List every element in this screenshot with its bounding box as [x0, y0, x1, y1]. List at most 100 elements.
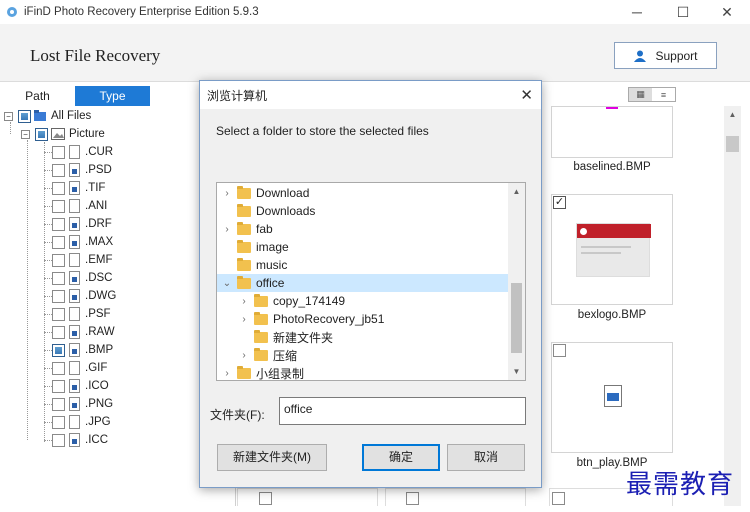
- image-preview: [606, 107, 618, 109]
- scroll-up-icon[interactable]: ▲: [508, 183, 525, 200]
- minimize-button[interactable]: ─: [614, 0, 660, 24]
- checkbox[interactable]: [52, 235, 65, 249]
- tree-item-extension[interactable]: .PSD: [52, 161, 112, 179]
- checkbox[interactable]: [52, 397, 65, 411]
- folder-label: image: [256, 240, 289, 254]
- folder-row[interactable]: › fab: [217, 220, 509, 238]
- checkbox[interactable]: [52, 379, 65, 393]
- checkbox[interactable]: [52, 271, 65, 285]
- tree-item-extension[interactable]: .ANI: [52, 197, 107, 215]
- scrollbar-thumb[interactable]: [511, 283, 522, 353]
- folder-row[interactable]: image: [217, 238, 509, 256]
- checkbox[interactable]: [52, 415, 65, 429]
- tree-item-extension[interactable]: .DWG: [52, 287, 116, 305]
- folder-row[interactable]: Downloads: [217, 202, 509, 220]
- scrollbar-thumb[interactable]: [726, 136, 739, 152]
- list-view-icon[interactable]: ≡: [652, 88, 675, 101]
- checkbox[interactable]: [52, 145, 65, 159]
- thumbnail-checkbox[interactable]: [553, 344, 566, 357]
- folder-row[interactable]: ⌄ office: [217, 274, 509, 292]
- app-header: Lost File Recovery Support: [0, 24, 750, 82]
- thumbnail-card[interactable]: [237, 488, 378, 506]
- collapse-toggle[interactable]: −: [4, 111, 13, 121]
- folder-label: office: [256, 276, 285, 290]
- checkbox[interactable]: [52, 325, 65, 339]
- chevron-down-icon[interactable]: ⌄: [221, 278, 233, 289]
- tree-item-picture[interactable]: − Picture: [21, 125, 105, 143]
- tree-item-extension[interactable]: .PSF: [52, 305, 111, 323]
- folder-row[interactable]: › Download: [217, 184, 509, 202]
- thumbnail-card[interactable]: [551, 342, 673, 453]
- folder-row[interactable]: › 小组录制: [217, 364, 509, 380]
- tree-item-extension[interactable]: .MAX: [52, 233, 113, 251]
- image-file-icon: [604, 385, 622, 407]
- tree-item-extension[interactable]: .JPG: [52, 413, 111, 431]
- chevron-right-icon[interactable]: ›: [221, 368, 233, 379]
- folder-row[interactable]: › PhotoRecovery_jb51: [217, 310, 509, 328]
- close-button[interactable]: ✕: [704, 0, 750, 24]
- tree-item-extension[interactable]: .DSC: [52, 269, 112, 287]
- ok-button[interactable]: 确定: [362, 444, 440, 471]
- collapse-toggle[interactable]: −: [21, 129, 30, 139]
- checkbox[interactable]: [35, 127, 48, 141]
- tree-item-extension[interactable]: .ICO: [52, 377, 109, 395]
- chevron-right-icon[interactable]: ›: [221, 224, 233, 235]
- tree-item-extension[interactable]: .PNG: [52, 395, 113, 413]
- thumbnail-checkbox[interactable]: ✓: [553, 196, 566, 209]
- tree-item-extension[interactable]: .DRF: [52, 215, 112, 233]
- tree-item-all-files[interactable]: − All Files: [4, 107, 91, 125]
- file-icon: [69, 271, 80, 285]
- folder-row[interactable]: music: [217, 256, 509, 274]
- folder-label: 新建文件夹: [273, 330, 334, 345]
- checkbox[interactable]: [52, 289, 65, 303]
- thumbnail-checkbox[interactable]: [406, 492, 419, 505]
- chevron-right-icon[interactable]: ›: [238, 296, 250, 307]
- folder-row[interactable]: › copy_174149: [217, 292, 509, 310]
- thumbnail-scrollbar[interactable]: ▲: [724, 106, 741, 506]
- checkbox[interactable]: [52, 181, 65, 195]
- checkbox[interactable]: [52, 361, 65, 375]
- maximize-button[interactable]: ☐: [660, 0, 706, 24]
- support-button[interactable]: Support: [614, 42, 717, 69]
- checkbox[interactable]: [52, 217, 65, 231]
- checkbox[interactable]: [52, 343, 65, 357]
- checkbox[interactable]: [18, 109, 31, 123]
- folder-label: fab: [256, 222, 273, 236]
- folder-tree[interactable]: › Download Downloads › fab image music ⌄ office ›…: [216, 182, 526, 381]
- checkbox[interactable]: [52, 433, 65, 447]
- chevron-right-icon[interactable]: ›: [221, 188, 233, 199]
- tree-item-extension[interactable]: .CUR: [52, 143, 113, 161]
- scroll-down-icon[interactable]: ▼: [508, 363, 525, 380]
- tree-item-extension[interactable]: .GIF: [52, 359, 107, 377]
- folder-scrollbar[interactable]: ▲ ▼: [508, 183, 525, 380]
- tree-item-extension[interactable]: .EMF: [52, 251, 112, 269]
- tree-item-extension[interactable]: .RAW: [52, 323, 115, 341]
- dialog-close-icon[interactable]: ✕: [520, 86, 533, 104]
- tree-item-extension[interactable]: .BMP: [52, 341, 113, 359]
- tree-label: .DWG: [85, 290, 117, 302]
- thumbnail-checkbox[interactable]: [259, 492, 272, 505]
- folder-label: Download: [256, 186, 310, 200]
- checkbox[interactable]: [52, 307, 65, 321]
- folder-row[interactable]: 新建文件夹: [217, 328, 509, 346]
- thumbnail-card[interactable]: ✓: [551, 194, 673, 305]
- tab-type[interactable]: Type: [75, 86, 150, 106]
- folder-row[interactable]: › 压缩: [217, 346, 509, 364]
- new-folder-button[interactable]: 新建文件夹(M): [217, 444, 327, 471]
- checkbox[interactable]: [52, 253, 65, 267]
- chevron-right-icon[interactable]: ›: [238, 314, 250, 325]
- thumbnail-card[interactable]: [551, 106, 673, 158]
- checkbox[interactable]: [52, 163, 65, 177]
- tree-item-extension[interactable]: .ICC: [52, 431, 108, 449]
- folder-name-input[interactable]: office: [279, 397, 526, 425]
- thumbnail-checkbox[interactable]: [552, 492, 565, 505]
- thumbnail-card[interactable]: [385, 488, 526, 506]
- cancel-button[interactable]: 取消: [447, 444, 525, 471]
- tree-item-extension[interactable]: .TIF: [52, 179, 105, 197]
- file-icon: [69, 433, 80, 447]
- scroll-up-icon[interactable]: ▲: [724, 106, 741, 123]
- grid-view-icon[interactable]: ▦: [629, 88, 652, 101]
- checkbox[interactable]: [52, 199, 65, 213]
- tab-path[interactable]: Path: [0, 86, 75, 106]
- chevron-right-icon[interactable]: ›: [238, 350, 250, 361]
